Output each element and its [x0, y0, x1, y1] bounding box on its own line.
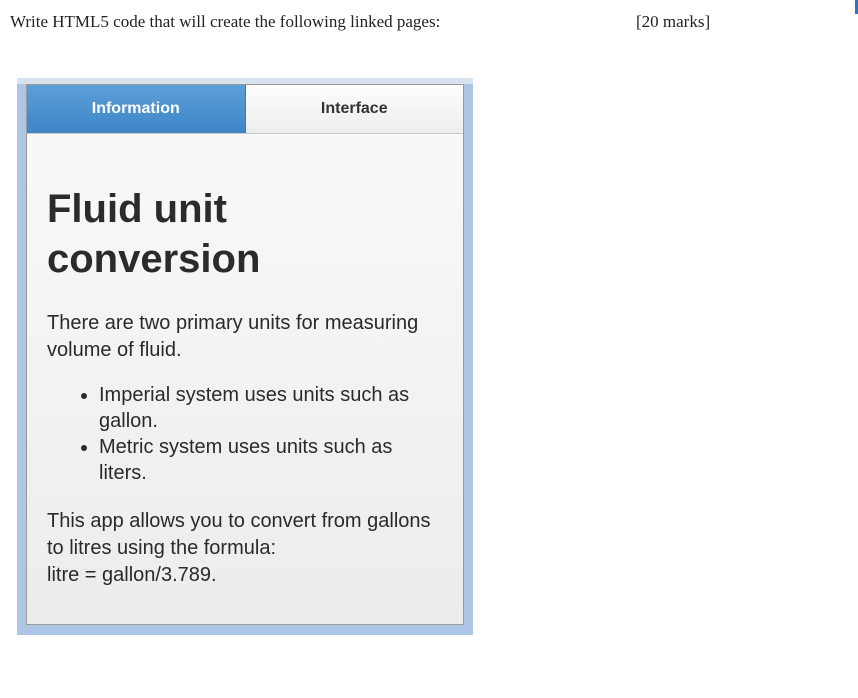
app-screenshot-frame: Information Interface Fluid unit convers…: [17, 78, 473, 635]
page-content: Fluid unit conversion There are two prim…: [27, 184, 463, 589]
tab-bar: Information Interface: [27, 85, 463, 134]
page-title: Fluid unit conversion: [47, 184, 443, 284]
list-item: Metric system uses units such as liters.: [99, 434, 443, 486]
unit-list: Imperial system uses units such as gallo…: [47, 382, 443, 486]
app-window: Information Interface Fluid unit convers…: [26, 84, 464, 625]
marks-label: [20 marks]: [636, 12, 711, 31]
formula-paragraph: This app allows you to convert from gall…: [47, 508, 443, 589]
list-item: Imperial system uses units such as gallo…: [99, 382, 443, 434]
page-title-line1: Fluid unit: [47, 187, 227, 231]
formula-text: This app allows you to convert from gall…: [47, 510, 431, 559]
tab-information[interactable]: Information: [27, 85, 246, 133]
page-title-line2: conversion: [47, 237, 261, 281]
tab-interface[interactable]: Interface: [245, 85, 463, 133]
question-text: Write HTML5 code that will create the fo…: [10, 12, 441, 31]
formula-expression: litre = gallon/3.789.: [47, 564, 217, 586]
intro-paragraph: There are two primary units for measurin…: [47, 312, 419, 361]
